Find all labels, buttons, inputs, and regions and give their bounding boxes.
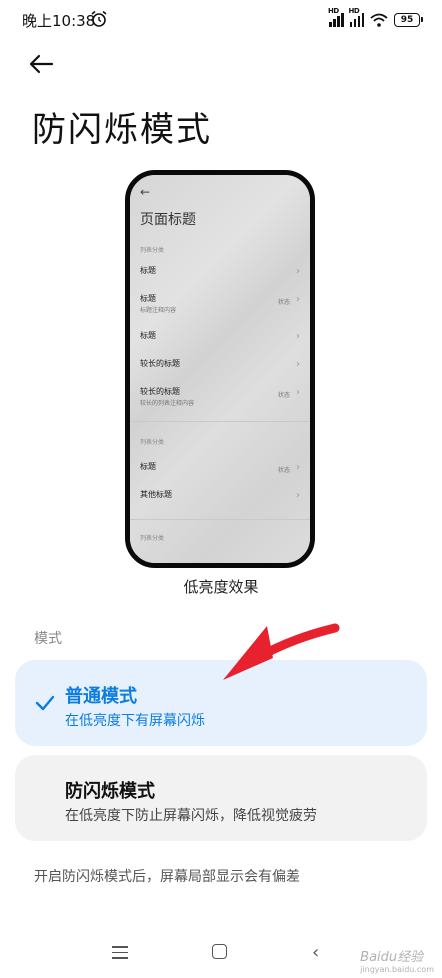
normal-mode-description: 在低亮度下有屏幕闪烁 [65,713,205,729]
preview-page-title: 页面标题 [140,212,196,228]
chevron-right-icon: › [296,294,300,305]
wifi-icon [370,13,388,27]
preview-divider [130,421,310,422]
status-time: 晚上10:38 [22,12,96,30]
chevron-right-icon: › [296,331,300,342]
preview-category: 列表分类 [140,439,165,446]
preview-caption: 低亮度效果 [183,578,259,596]
watermark-logo: Baidu经验 jingyan.baidu.com [360,950,434,974]
back-button[interactable] [28,48,64,80]
preview-divider [130,519,310,520]
battery-level: 95 [400,15,414,25]
checkmark-icon [35,695,55,711]
preview-row: 较长的标题 › [140,359,300,370]
preview-row: 其他标题 › [140,490,300,501]
preview-screen: ← 页面标题 列表分类 标题 › 标题 标题注释内容 状态 › 标题 › 较长的… [130,175,310,563]
preview-row: 标题 › [140,331,300,342]
signal-1-icon: HD [328,7,344,27]
low-brightness-preview: ← 页面标题 列表分类 标题 › 标题 标题注释内容 状态 › 标题 › 较长的… [125,170,315,568]
anti-flicker-mode-option[interactable]: 防闪烁模式 在低亮度下防止屏幕闪烁，降低视觉疲劳 [15,755,427,841]
preview-row: 标题 状态 › [140,462,300,474]
preview-back-icon: ← [140,185,151,199]
page-title: 防闪烁模式 [32,110,212,150]
alarm-clock-icon [91,10,107,27]
footer-note: 开启防闪烁模式后，屏幕局部显示会有偏差 [34,869,300,885]
signal-2-icon: HD [349,7,364,27]
normal-mode-title: 普通模式 [65,686,137,707]
back-arrow-icon [29,54,54,74]
annotation-arrow-icon [223,623,340,680]
preview-category: 列表分类 [140,247,165,254]
preview-row: 较长的标题 较长的列表注释内容 状态 › [140,387,300,407]
status-bar: 晚上10:38 HD HD 95 [0,0,442,40]
preview-category: 列表分类 [140,535,165,542]
home-button[interactable] [212,944,227,959]
status-icons: HD HD 95 [328,7,423,30]
chevron-right-icon: › [296,462,300,473]
navigation-bar: ‹ Baidu经验 jingyan.baidu.com [0,932,442,978]
mode-section-label: 模式 [34,631,62,647]
battery-icon: 95 [394,13,423,27]
chevron-right-icon: › [296,387,300,398]
chevron-right-icon: › [296,490,300,501]
preview-row: 标题 › [140,266,300,277]
preview-row: 标题 标题注释内容 状态 › [140,294,300,314]
recent-apps-button[interactable] [112,946,128,960]
chevron-right-icon: › [296,266,300,277]
anti-flicker-mode-title: 防闪烁模式 [65,781,155,802]
chevron-right-icon: › [296,359,300,370]
anti-flicker-mode-description: 在低亮度下防止屏幕闪烁，降低视觉疲劳 [65,808,317,824]
nav-back-button[interactable]: ‹ [312,942,319,963]
